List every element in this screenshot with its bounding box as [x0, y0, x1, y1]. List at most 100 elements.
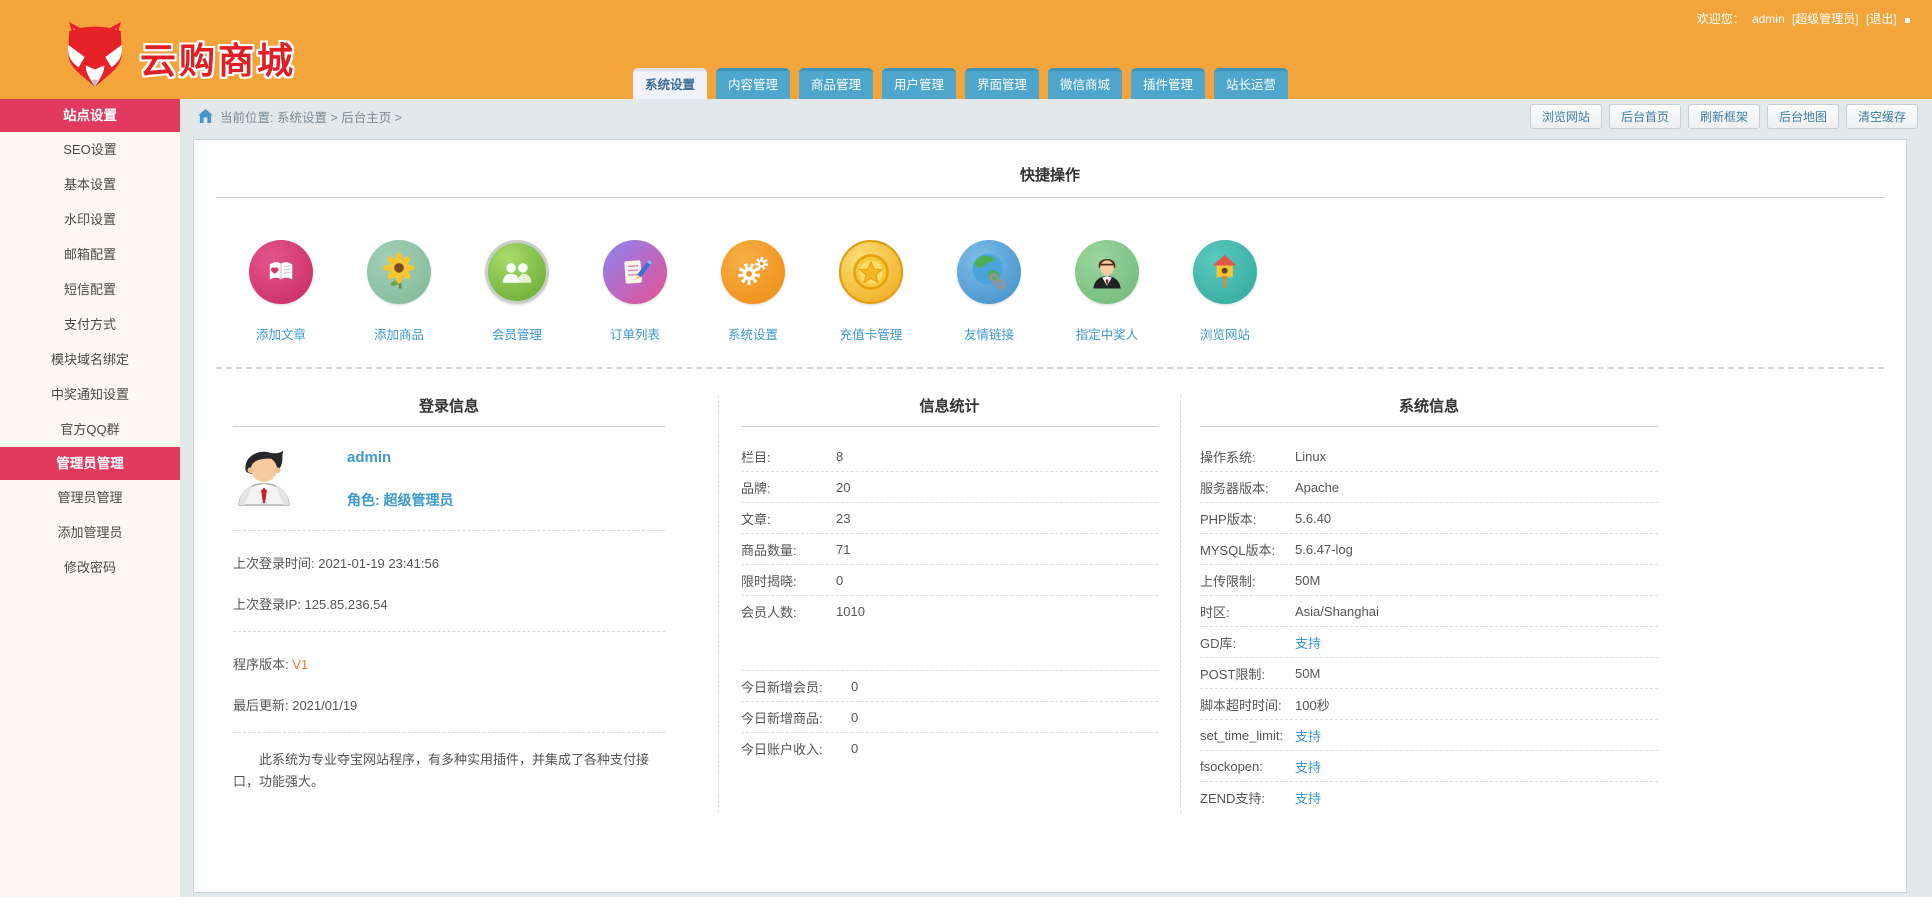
- stats-panel-title: 信息统计: [919, 398, 980, 415]
- quick-action-add-article[interactable]: 添加文章: [222, 240, 340, 343]
- spacer: [741, 627, 1158, 671]
- divider: [1200, 426, 1658, 427]
- sidebar-item-admin-management[interactable]: 管理员管理: [0, 480, 180, 515]
- last-login-time: 上次登录时间: 2021-01-19 23:41:56: [233, 556, 439, 571]
- quick-action-assign-winner[interactable]: 指定中奖人: [1048, 240, 1166, 343]
- info-panels: 登录信息 admin 角色: 超级管理员 上次登录时间: 2021-01-19 …: [194, 395, 1906, 813]
- tab-system-settings[interactable]: 系统设置: [633, 68, 707, 99]
- system-panel-title: 系统信息: [1398, 398, 1459, 415]
- sidebar-item-payment-methods[interactable]: 支付方式: [0, 307, 180, 342]
- sys-row-php: PHP版本: 5.6.40: [1200, 503, 1658, 534]
- dashed-divider: [233, 631, 665, 632]
- quick-action-recharge-card[interactable]: 充值卡管理: [812, 240, 930, 343]
- version-value: V1: [292, 657, 309, 672]
- quick-action-label: 友情链接: [963, 328, 1014, 342]
- gears-icon: [721, 240, 785, 304]
- tab-interface-management[interactable]: 界面管理: [965, 68, 1039, 99]
- quick-action-label: 充值卡管理: [839, 328, 903, 342]
- sidebar-item-module-domain-binding[interactable]: 模块域名绑定: [0, 342, 180, 377]
- clear-cache-button[interactable]: 清空缓存: [1845, 104, 1918, 129]
- sys-row-fsockopen: fsockopen: 支持: [1200, 751, 1658, 782]
- quick-action-browse-site[interactable]: 浏览网站: [1166, 240, 1284, 343]
- quick-buttons: 浏览网站 后台首页 刷新框架 后台地图 清空缓存: [1523, 104, 1918, 129]
- breadcrumb-bar: 当前位置: 系统设置 > 后台主页 > 浏览网站 后台首页 刷新框架 后台地图 …: [182, 99, 1932, 133]
- sys-row-zend: ZEND支持: 支持: [1200, 782, 1658, 813]
- sidebar-item-email-config[interactable]: 邮箱配置: [0, 237, 180, 272]
- quick-actions-title: 快捷操作: [1019, 167, 1080, 184]
- support-link[interactable]: 支持: [1295, 788, 1321, 807]
- refresh-frame-button[interactable]: 刷新框架: [1687, 104, 1760, 129]
- support-link[interactable]: 支持: [1295, 633, 1321, 652]
- system-description: 此系统为专业夺宝网站程序，有多种实用插件，并集成了各种支付接口，功能强大。: [233, 752, 650, 790]
- sys-row-script-timeout: 脚本超时时间: 100秒: [1200, 689, 1658, 720]
- breadcrumb[interactable]: 当前位置: 系统设置 > 后台主页 >: [220, 107, 402, 126]
- browse-site-button[interactable]: 浏览网站: [1529, 104, 1602, 129]
- globe-link-icon: [957, 240, 1021, 304]
- sunflower-icon: [367, 240, 431, 304]
- tab-content-management[interactable]: 内容管理: [716, 68, 790, 99]
- fox-logo-icon: [64, 22, 126, 93]
- site-logo[interactable]: 云购商城: [64, 22, 296, 93]
- admin-home-button[interactable]: 后台首页: [1608, 104, 1681, 129]
- tab-webmaster-operation[interactable]: 站长运营: [1214, 68, 1288, 99]
- tab-plugin-management[interactable]: 插件管理: [1131, 68, 1205, 99]
- sidebar-item-sms-config[interactable]: 短信配置: [0, 272, 180, 307]
- main-content-panel: 快捷操作 添加文章 添加商品 会员管理 订单列表 系统设置 充值卡管理 友情链接…: [193, 139, 1907, 893]
- quick-action-label: 浏览网站: [1199, 328, 1250, 342]
- admin-username-link[interactable]: admin: [347, 449, 454, 466]
- program-version: 程序版本: V1: [233, 657, 309, 672]
- divider: [216, 197, 1884, 198]
- quick-action-friend-links[interactable]: 友情链接: [930, 240, 1048, 343]
- quick-action-label: 会员管理: [491, 328, 542, 342]
- sys-row-server: 服务器版本: Apache: [1200, 472, 1658, 503]
- quick-actions-row: 添加文章 添加商品 会员管理 订单列表 系统设置 充值卡管理 友情链接 指定中奖…: [222, 240, 1906, 343]
- quick-action-label: 指定中奖人: [1075, 328, 1139, 342]
- logout-link[interactable]: [退出]: [1866, 12, 1897, 26]
- divider: [741, 426, 1158, 427]
- sidebar-item-add-admin[interactable]: 添加管理员: [0, 515, 180, 550]
- sidebar-item-watermark-settings[interactable]: 水印设置: [0, 202, 180, 237]
- quick-action-system-settings[interactable]: 系统设置: [694, 240, 812, 343]
- support-link[interactable]: 支持: [1295, 726, 1321, 745]
- footer-strip: [0, 897, 1932, 905]
- sidebar-group-site-settings[interactable]: 站点设置: [0, 99, 180, 132]
- stat-row-columns: 栏目: 8: [741, 441, 1158, 472]
- sidebar-item-official-qq-group[interactable]: 官方QQ群: [0, 412, 180, 447]
- quick-action-label: 系统设置: [727, 328, 778, 342]
- sidebar-menu: 站点设置 SEO设置 基本设置 水印设置 邮箱配置 短信配置 支付方式 模块域名…: [0, 99, 181, 897]
- decorative-square: [1905, 18, 1910, 23]
- stat-row-timed-reveal: 限时揭晓: 0: [741, 565, 1158, 596]
- sidebar-item-change-password[interactable]: 修改密码: [0, 550, 180, 585]
- last-update: 最后更新: 2021/01/19: [233, 698, 358, 713]
- order-list-icon: [603, 240, 667, 304]
- sidebar-group-admin-management[interactable]: 管理员管理: [0, 447, 180, 480]
- welcome-prefix: 欢迎您：: [1696, 12, 1745, 26]
- tab-product-management[interactable]: 商品管理: [799, 68, 873, 99]
- sidebar-item-winning-notification[interactable]: 中奖通知设置: [0, 377, 180, 412]
- sidebar-item-basic-settings[interactable]: 基本设置: [0, 167, 180, 202]
- sidebar-item-seo-settings[interactable]: SEO设置: [0, 132, 180, 167]
- quick-action-order-list[interactable]: 订单列表: [576, 240, 694, 343]
- quick-action-label: 订单列表: [609, 328, 660, 342]
- tab-user-management[interactable]: 用户管理: [882, 68, 956, 99]
- home-icon[interactable]: [198, 109, 213, 123]
- quick-action-member-management[interactable]: 会员管理: [458, 240, 576, 343]
- system-info-panel: 系统信息 操作系统: Linux 服务器版本: Apache PHP版本: 5.6.4…: [1181, 395, 1821, 813]
- stat-row-products: 商品数量: 71: [741, 534, 1158, 565]
- login-panel-title: 登录信息: [418, 398, 479, 415]
- coin-star-icon: [839, 240, 903, 304]
- sys-row-set-time-limit: set_time_limit: 支持: [1200, 720, 1658, 751]
- main-nav-tabs: 系统设置 内容管理 商品管理 用户管理 界面管理 微信商城 插件管理 站长运营: [633, 68, 1297, 99]
- welcome-username: admin: [1751, 12, 1785, 26]
- admin-sitemap-button[interactable]: 后台地图: [1766, 104, 1839, 129]
- login-info-panel: 登录信息 admin 角色: 超级管理员 上次登录时间: 2021-01-19 …: [233, 395, 719, 813]
- divider: [233, 426, 665, 427]
- top-header: 云购商城 欢迎您： admin [超级管理员] [退出] 系统设置 内容管理 商…: [0, 0, 1932, 99]
- dashed-divider: [233, 530, 665, 531]
- tab-wechat-mall[interactable]: 微信商城: [1048, 68, 1122, 99]
- quick-action-add-product[interactable]: 添加商品: [340, 240, 458, 343]
- welcome-bar: 欢迎您： admin [超级管理员] [退出]: [1693, 10, 1910, 27]
- quick-action-label: 添加商品: [373, 328, 424, 342]
- support-link[interactable]: 支持: [1295, 757, 1321, 776]
- sys-row-gd-library: GD库: 支持: [1200, 627, 1658, 658]
